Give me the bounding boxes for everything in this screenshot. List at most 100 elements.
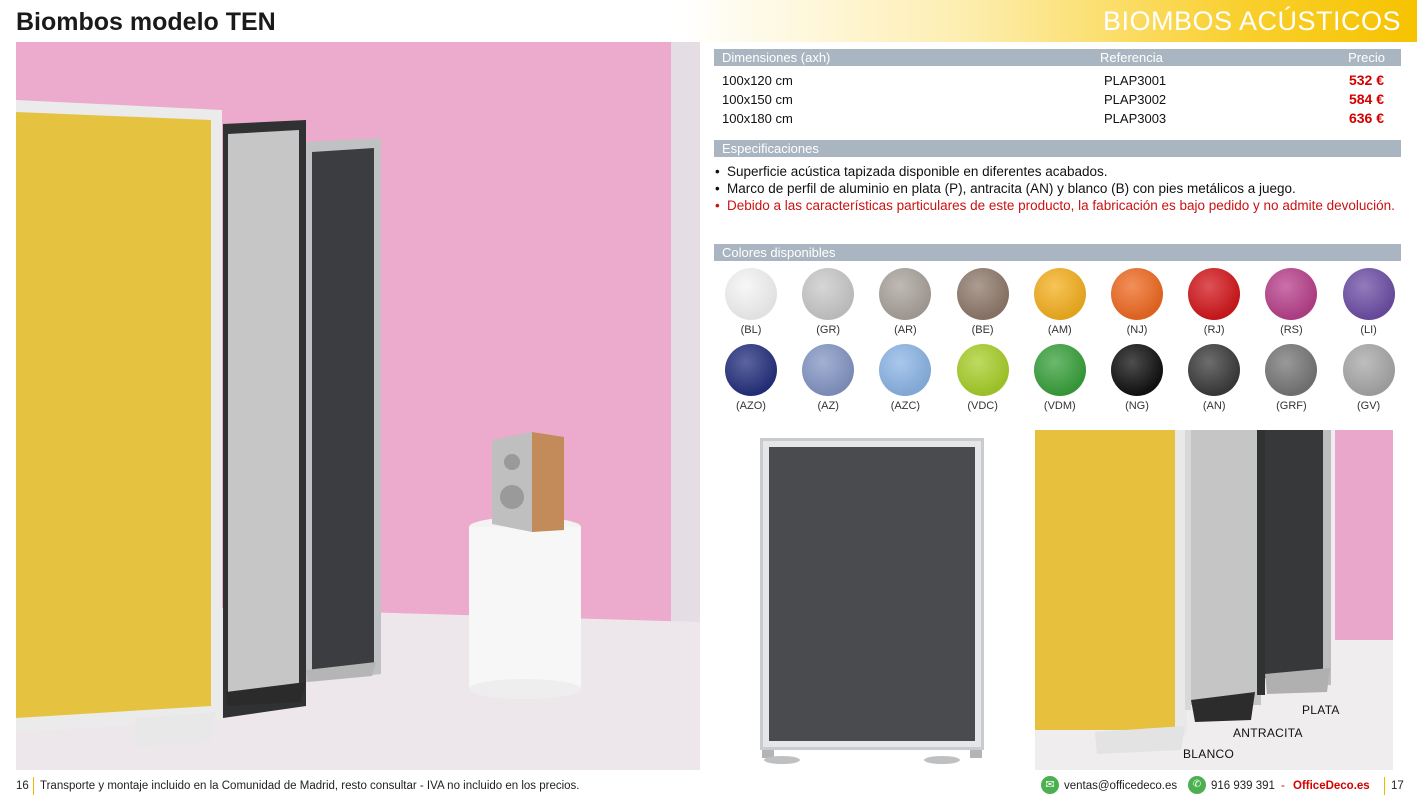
swatch-color-dot — [725, 268, 777, 320]
swatch-color-dot — [956, 268, 1009, 320]
swatch-code: (AM) — [1047, 324, 1072, 336]
spec-item: Superficie acústica tapizada disponible … — [714, 163, 1401, 180]
swatch-color-dot — [1033, 268, 1086, 320]
color-swatch[interactable]: (BE) — [956, 268, 1009, 336]
colors-heading: Colores disponibles — [714, 244, 1401, 261]
price-table-header: Dimensiones (axh) Referencia Precio — [714, 49, 1401, 66]
swatch-code: (VDC) — [967, 400, 998, 412]
swatch-color-dot — [956, 344, 1009, 396]
swatch-color-dot — [1342, 344, 1395, 396]
swatch-color-dot — [1188, 268, 1241, 320]
footer-phone[interactable]: 916 939 391 — [1211, 780, 1275, 792]
swatch-color-dot — [1342, 268, 1395, 320]
page-header: Biombos modelo TEN BIOMBOS ACÚSTICOS — [0, 0, 1417, 42]
swatch-code: (AN) — [1202, 400, 1226, 412]
color-swatch[interactable]: (AR) — [879, 268, 932, 336]
column-header-price: Precio — [1348, 50, 1385, 65]
page-number-left: 16 — [16, 780, 29, 792]
swatch-code: (AR) — [894, 324, 917, 336]
swatch-code: (LI) — [1360, 324, 1377, 336]
swatch-code: (GR) — [816, 324, 841, 336]
table-row: 100x120 cm PLAP3001 532 € — [722, 71, 1392, 90]
room-scene-illustration — [16, 42, 700, 770]
swatch-color-dot — [1033, 344, 1086, 396]
spec-warning: Debido a las características particulare… — [714, 197, 1401, 214]
page-title: Biombos modelo TEN — [16, 8, 276, 36]
swatch-code: (AZO) — [736, 400, 766, 412]
spec-item: Marco de perfil de aluminio en plata (P)… — [714, 180, 1401, 197]
swatch-code: (GRF) — [1276, 400, 1307, 412]
swatch-color-dot — [1265, 344, 1318, 396]
swatch-color-dot — [879, 344, 932, 396]
color-swatch[interactable]: (AZO) — [725, 344, 777, 412]
color-swatch[interactable]: (BL) — [725, 268, 777, 336]
color-swatch[interactable]: (VDC) — [956, 344, 1009, 412]
color-swatch[interactable]: (AZC) — [879, 344, 932, 412]
row-reference: PLAP3001 — [1104, 73, 1167, 88]
main-product-photo — [16, 42, 700, 770]
single-panel-illustration — [760, 438, 984, 764]
swatch-color-dot — [1265, 268, 1318, 320]
frame-label-plata: PLATA — [1302, 703, 1340, 717]
swatch-color-dot — [802, 268, 855, 320]
row-size: 100x120 cm — [722, 73, 793, 88]
section-title: BIOMBOS ACÚSTICOS — [1102, 6, 1401, 36]
table-row: 100x150 cm PLAP3002 584 € — [722, 90, 1392, 109]
color-swatch[interactable]: (AN) — [1188, 344, 1241, 412]
envelope-icon: ✉ — [1041, 776, 1059, 794]
page-footer: 16 Transporte y montaje incluido en la C… — [0, 772, 1417, 800]
column-header-reference: Referencia — [1100, 50, 1163, 65]
swatch-code: (BE) — [971, 324, 994, 336]
specs-list: Superficie acústica tapizada disponible … — [714, 163, 1401, 214]
frame-finish-illustration — [1035, 430, 1393, 770]
swatch-code: (AZ) — [817, 400, 839, 412]
frame-label-blanco: BLANCO — [1183, 747, 1235, 761]
page-number-right: 17 — [1391, 780, 1404, 792]
swatch-code: (GV) — [1356, 400, 1381, 412]
row-price: 532 € — [1348, 72, 1384, 88]
color-swatch[interactable]: (GRF) — [1265, 344, 1318, 412]
swatch-code: (BL) — [740, 324, 762, 336]
swatch-color-dot — [879, 268, 932, 320]
swatch-color-dot — [1111, 344, 1163, 396]
color-swatch[interactable]: (RJ) — [1188, 268, 1241, 336]
color-swatch[interactable]: (LI) — [1342, 268, 1395, 336]
swatch-code: (AZC) — [890, 400, 921, 412]
whatsapp-icon: ✆ — [1188, 776, 1206, 794]
swatch-color-dot — [725, 344, 777, 396]
footer-brand[interactable]: OfficeDeco.es — [1293, 780, 1370, 792]
color-swatch[interactable]: (AM) — [1033, 268, 1086, 336]
swatch-code: (NG) — [1125, 400, 1149, 412]
footer-note: Transporte y montaje incluido en la Comu… — [40, 780, 580, 792]
row-reference: PLAP3003 — [1104, 111, 1167, 126]
specs-heading: Especificaciones — [714, 140, 1401, 157]
swatch-code: (RJ) — [1203, 324, 1225, 336]
swatch-code: (VDM) — [1043, 400, 1076, 412]
footer-divider — [1384, 777, 1385, 795]
swatch-code: (RS) — [1280, 324, 1303, 336]
color-swatch[interactable]: (GV) — [1342, 344, 1395, 412]
row-price: 636 € — [1348, 110, 1384, 126]
color-swatch[interactable]: (NJ) — [1111, 268, 1163, 336]
swatch-color-dot — [802, 344, 855, 396]
row-price: 584 € — [1348, 91, 1384, 107]
color-swatch[interactable]: (AZ) — [802, 344, 855, 412]
swatch-color-dot — [1188, 344, 1241, 396]
frame-label-antracita: ANTRACITA — [1233, 726, 1303, 740]
color-swatch[interactable]: (VDM) — [1033, 344, 1086, 412]
table-row: 100x180 cm PLAP3003 636 € — [722, 109, 1392, 128]
row-size: 100x180 cm — [722, 111, 793, 126]
column-header-dimensions: Dimensiones (axh) — [722, 50, 831, 65]
color-swatch[interactable]: (RS) — [1265, 268, 1318, 336]
swatch-code: (NJ) — [1126, 324, 1148, 336]
footer-email[interactable]: ventas@officedeco.es — [1064, 780, 1177, 792]
frame-finish-photo — [1035, 430, 1393, 770]
row-reference: PLAP3002 — [1104, 92, 1167, 107]
product-panel-image — [760, 438, 984, 768]
footer-dash: - — [1281, 780, 1285, 792]
row-size: 100x150 cm — [722, 92, 793, 107]
color-swatch[interactable]: (GR) — [802, 268, 855, 336]
footer-divider — [33, 777, 34, 795]
color-swatch[interactable]: (NG) — [1111, 344, 1163, 412]
swatch-color-dot — [1111, 268, 1163, 320]
